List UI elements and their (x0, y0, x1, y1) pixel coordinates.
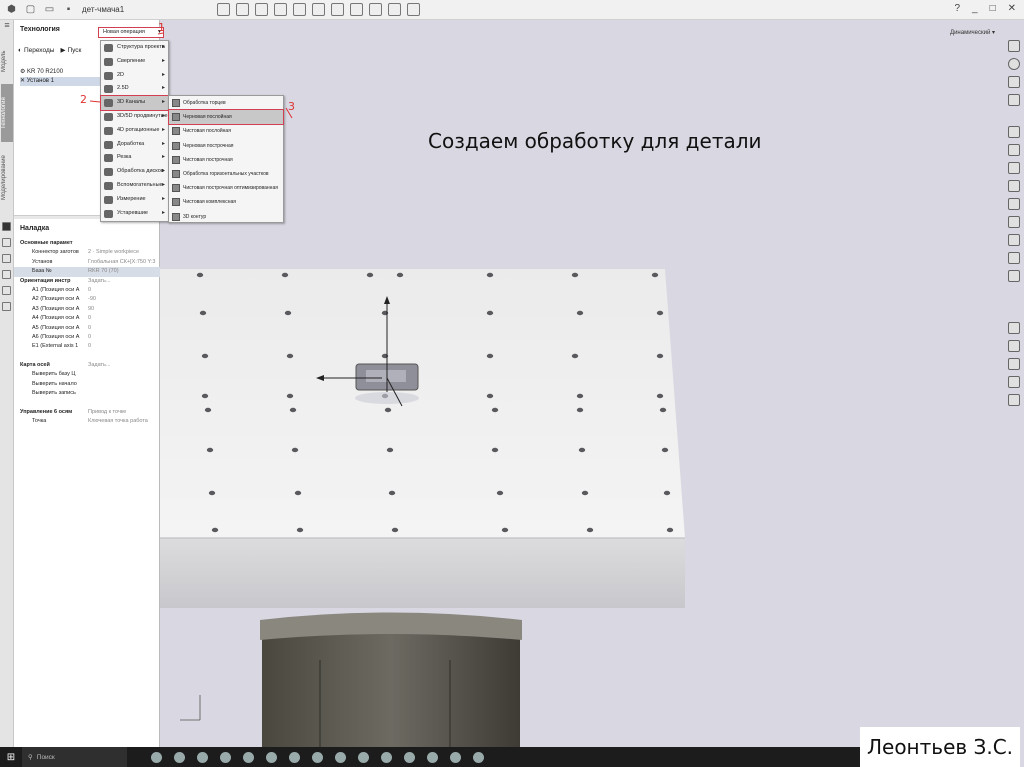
table-hole (501, 527, 509, 533)
table-hole (366, 272, 374, 278)
view-cube-icon[interactable] (1008, 40, 1020, 52)
app-icon-5[interactable] (358, 751, 369, 763)
table-hole (571, 272, 579, 278)
tool-icon-2[interactable] (1008, 144, 1020, 156)
search-placeholder: Поиск (36, 753, 55, 761)
app-icon-4[interactable] (335, 751, 346, 763)
table-hole (656, 353, 664, 359)
table-hole (204, 407, 212, 413)
table-hole (201, 393, 209, 399)
app-window: ⬢ ▢ ▭ ▪ дет-чмача1 ? _ □ ✕ ≡ Модель Техн… (0, 0, 1024, 767)
table-hole (659, 407, 667, 413)
taskbar: ⊞ ⚲ Поиск (0, 747, 862, 767)
table-hole (656, 393, 664, 399)
table-hole (388, 490, 396, 496)
table-hole (491, 407, 499, 413)
table-hole (486, 353, 494, 359)
table-hole (651, 272, 659, 278)
table-hole (384, 407, 392, 413)
table-hole (286, 353, 294, 359)
table-hole (661, 447, 669, 453)
table-hole (289, 407, 297, 413)
app-icon-10[interactable] (473, 751, 484, 763)
sphere-icon[interactable] (1008, 58, 1020, 70)
table-hole (294, 490, 302, 496)
search-icon: ⚲ (28, 754, 33, 761)
store-icon[interactable] (243, 751, 254, 763)
tool-icon-14[interactable] (1008, 394, 1020, 406)
author-label: Леонтьев З.С. (860, 727, 1020, 767)
task-view-icon[interactable] (151, 751, 162, 763)
table-hole (396, 272, 404, 278)
pan-icon[interactable] (1008, 94, 1020, 106)
table-hole (491, 447, 499, 453)
table-hole (586, 527, 594, 533)
table-hole (656, 310, 664, 316)
table-hole (386, 447, 394, 453)
slide-caption: Создаем обработку для детали (428, 129, 762, 153)
explorer-icon[interactable] (220, 751, 231, 763)
app-icon-7[interactable] (404, 751, 415, 763)
browser-icon[interactable] (174, 751, 185, 763)
app-icon-9[interactable] (450, 751, 461, 763)
right-toolbar (1003, 40, 1024, 470)
table-hole (206, 447, 214, 453)
table-hole (496, 490, 504, 496)
tool-icon-1[interactable] (1008, 126, 1020, 138)
table-hole (486, 393, 494, 399)
tool-icon-13[interactable] (1008, 376, 1020, 388)
tool-icon-9[interactable] (1008, 270, 1020, 282)
table-hole (663, 490, 671, 496)
app-icon-1[interactable] (266, 751, 277, 763)
cursor-icon[interactable] (1008, 76, 1020, 88)
table-hole (296, 527, 304, 533)
taskbar-search[interactable]: ⚲ Поиск (22, 747, 127, 767)
app-icon-2[interactable] (289, 751, 300, 763)
tool-icon-5[interactable] (1008, 198, 1020, 210)
table-hole (201, 353, 209, 359)
tool-icon-3[interactable] (1008, 162, 1020, 174)
table-hole (199, 310, 207, 316)
table-hole (486, 272, 494, 278)
tool-icon-11[interactable] (1008, 340, 1020, 352)
table-hole (576, 393, 584, 399)
app-icon-3[interactable] (312, 751, 323, 763)
table-hole (196, 272, 204, 278)
table-hole (576, 407, 584, 413)
table-hole (666, 527, 674, 533)
edge-icon[interactable] (197, 751, 208, 763)
windows-start-icon[interactable]: ⊞ (4, 750, 18, 764)
table-hole (284, 310, 292, 316)
table-hole (211, 527, 219, 533)
tool-icon-8[interactable] (1008, 252, 1020, 264)
tool-icon-7[interactable] (1008, 234, 1020, 246)
table-hole (391, 527, 399, 533)
tool-icon-4[interactable] (1008, 180, 1020, 192)
table-hole (281, 272, 289, 278)
table-hole (486, 310, 494, 316)
view-mode-dropdown[interactable]: Динамический ▾ (950, 29, 995, 36)
table-hole (581, 490, 589, 496)
table-hole (576, 310, 584, 316)
tool-icon-6[interactable] (1008, 216, 1020, 228)
table-hole (578, 447, 586, 453)
table-hole (286, 393, 294, 399)
view-mode-label: Динамический (950, 30, 991, 36)
tool-icon-10[interactable] (1008, 322, 1020, 334)
table-hole (291, 447, 299, 453)
tool-icon-12[interactable] (1008, 358, 1020, 370)
table-hole (208, 490, 216, 496)
app-icon-6[interactable] (381, 751, 392, 763)
table-hole (571, 353, 579, 359)
app-icon-8[interactable] (427, 751, 438, 763)
